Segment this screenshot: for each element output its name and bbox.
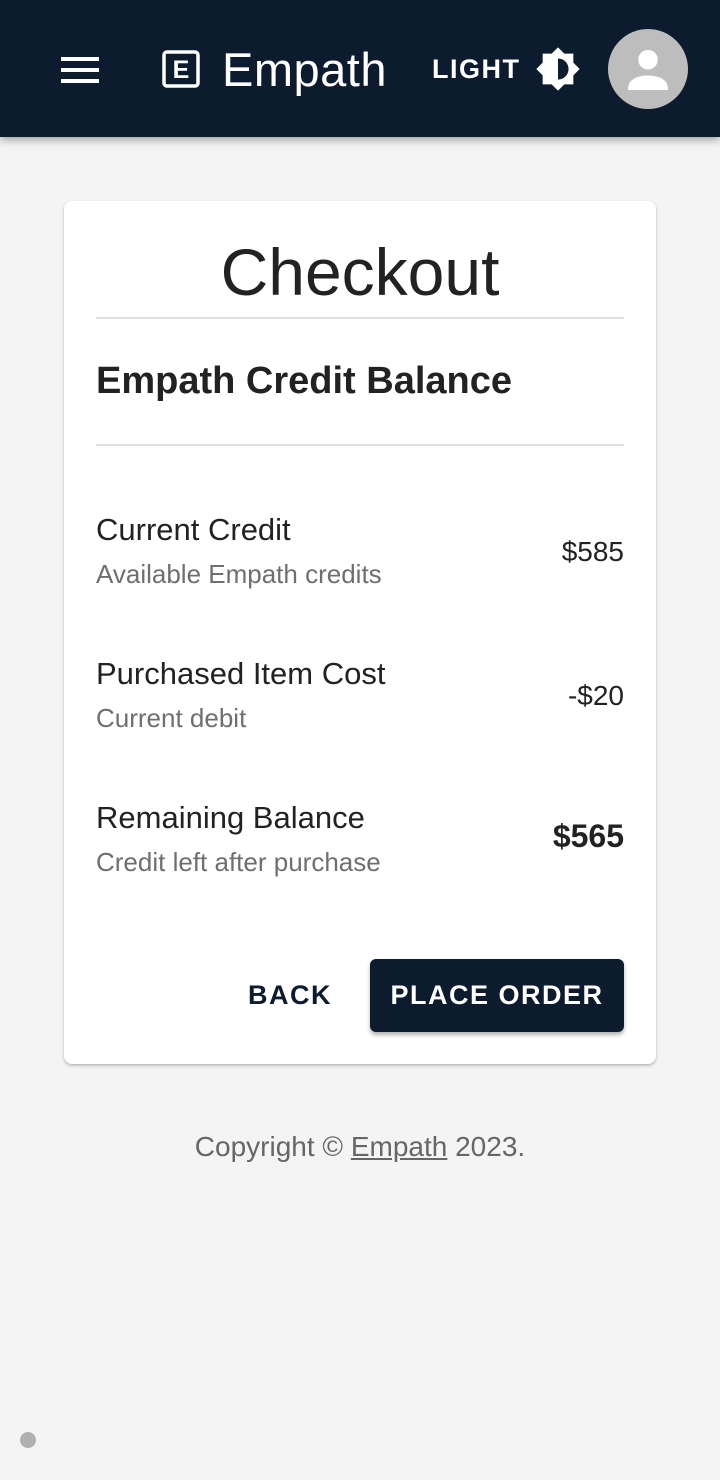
row-label: Purchased Item Cost [96, 656, 386, 691]
section-heading: Empath Credit Balance [96, 360, 512, 402]
copyright-suffix: 2023. [447, 1131, 526, 1162]
logo-e-icon: E [162, 50, 200, 88]
avatar[interactable] [608, 29, 688, 109]
page-title: Checkout [220, 235, 500, 309]
footer-link-empath[interactable]: Empath [351, 1131, 448, 1162]
app-name: Empath [222, 42, 387, 96]
credit-row-current: Current Credit Available Empath credits … [96, 510, 624, 600]
row-description: Current debit [96, 703, 247, 733]
app-bar: E Empath LIGHT [0, 0, 720, 137]
brightness-icon [535, 47, 580, 91]
theme-toggle-button[interactable]: LIGHT [424, 40, 589, 98]
menu-icon [61, 57, 99, 83]
account-icon [628, 49, 668, 90]
floating-dot [20, 1432, 36, 1448]
logo-letter: E [173, 56, 190, 84]
credit-row-remaining: Remaining Balance Credit left after purc… [96, 798, 624, 888]
row-value: -$20 [567, 680, 624, 711]
checkout-card: Checkout Empath Credit Balance Current C… [64, 201, 656, 1064]
credit-row-item-cost: Purchased Item Cost Current debit -$20 [96, 654, 624, 744]
back-button[interactable]: BACK [234, 959, 346, 1031]
row-label: Remaining Balance [96, 800, 365, 835]
place-order-button[interactable]: PLACE ORDER [370, 959, 624, 1032]
divider [96, 444, 624, 446]
row-label: Current Credit [96, 512, 291, 547]
menu-button[interactable] [44, 34, 116, 106]
copyright-prefix: Copyright © [194, 1131, 351, 1162]
row-description: Credit left after purchase [96, 847, 381, 877]
divider [96, 317, 624, 319]
brand[interactable]: E Empath [162, 36, 387, 102]
theme-toggle-label: LIGHT [432, 53, 521, 84]
row-description: Available Empath credits [96, 559, 382, 589]
footer: Copyright © Empath 2023. [0, 1128, 720, 1166]
row-value: $585 [561, 536, 624, 567]
row-value: $565 [552, 818, 624, 854]
